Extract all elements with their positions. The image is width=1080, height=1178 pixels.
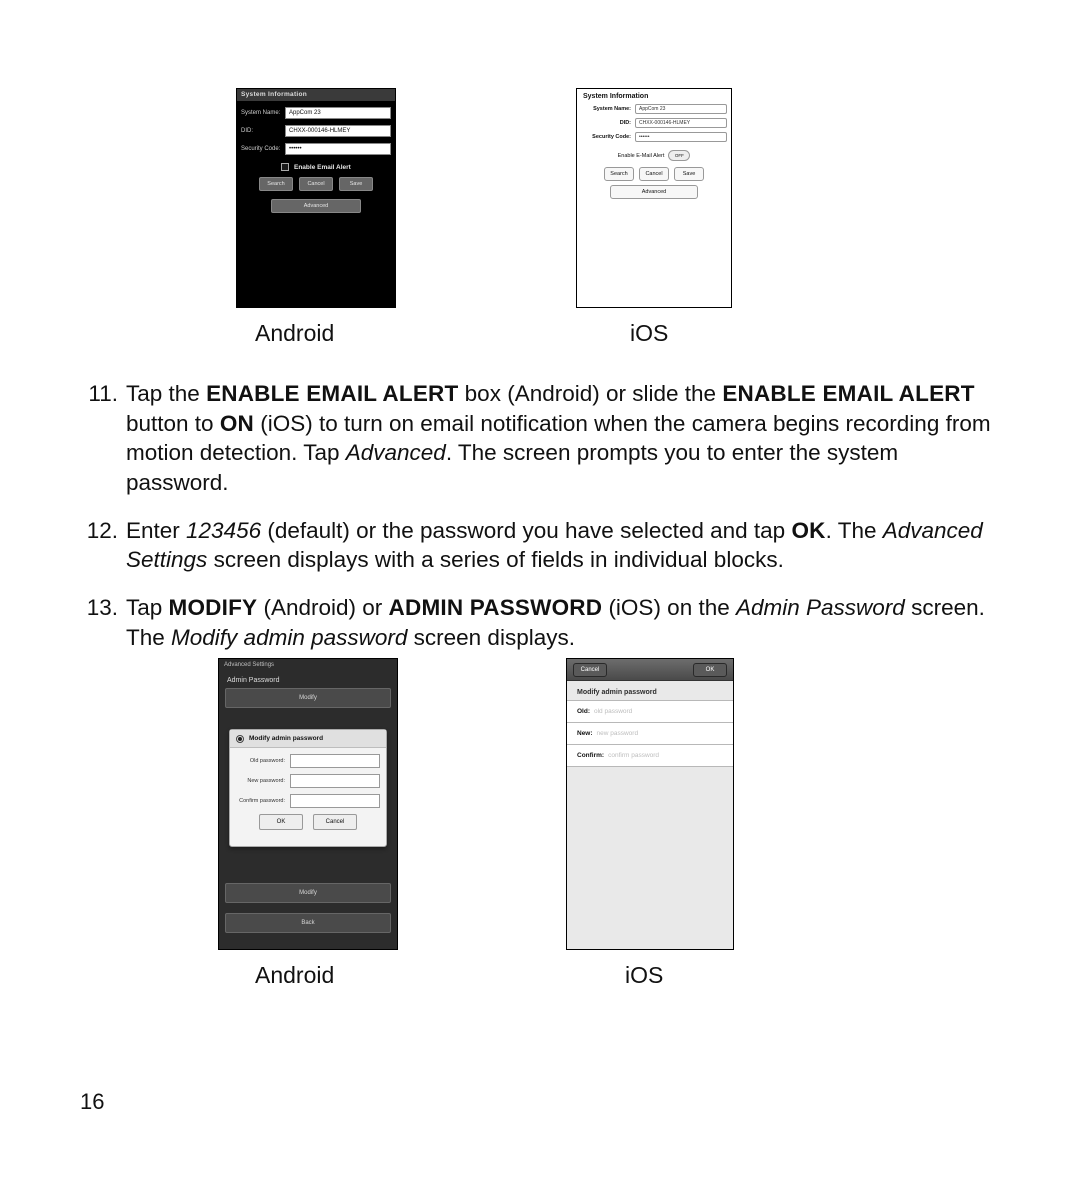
italic-modify-admin-password: Modify admin password bbox=[171, 625, 407, 650]
ios-navbar: Cancel OK bbox=[567, 659, 733, 681]
android-dialog-title: Modify admin password bbox=[249, 735, 323, 742]
ios-enable-email-toggle[interactable]: OFF bbox=[668, 150, 690, 161]
strong-enable-email-alert-2: ENABLE EMAIL ALERT bbox=[722, 381, 974, 406]
android-modify-button[interactable]: Modify bbox=[225, 688, 391, 708]
android-old-password-label: Old password: bbox=[236, 758, 290, 764]
list-body: Enter 123456 (default) or the password y… bbox=[126, 516, 998, 575]
ios-sys-name-field[interactable]: AppCom 23 bbox=[635, 104, 727, 114]
android-back-button[interactable]: Back bbox=[225, 913, 391, 933]
android-pw-screen-title: Advanced Settings bbox=[219, 659, 397, 671]
ios-old-password-placeholder: old password bbox=[594, 708, 632, 715]
android-enable-email-label: Enable Email Alert bbox=[294, 164, 351, 171]
ios-search-button[interactable]: Search bbox=[604, 167, 634, 181]
android-modify-button-2[interactable]: Modify bbox=[225, 883, 391, 903]
android-sys-name-field[interactable]: AppCom 23 bbox=[285, 107, 391, 119]
strong-admin-password: ADMIN PASSWORD bbox=[389, 595, 603, 620]
ios-sys-name-label: System Name: bbox=[581, 106, 635, 112]
instruction-list: 11. Tap the ENABLE EMAIL ALERT box (Andr… bbox=[80, 361, 998, 653]
caption-ios-1: iOS bbox=[630, 320, 668, 347]
ios-pw-heading: Modify admin password bbox=[567, 681, 733, 700]
ios-confirm-password-row[interactable]: Confirm: confirm password bbox=[567, 745, 733, 767]
ios-new-password-placeholder: new password bbox=[597, 730, 639, 737]
android-confirm-password-field[interactable] bbox=[290, 794, 380, 808]
ios-pw-list: Old: old password New: new password Conf… bbox=[567, 700, 733, 767]
ios-sys-did-field[interactable]: CHXX-000146-HLMEY bbox=[635, 118, 727, 128]
caption-android-1: Android bbox=[255, 320, 334, 347]
list-item-12: 12. Enter 123456 (default) or the passwo… bbox=[80, 516, 998, 575]
android-search-button[interactable]: Search bbox=[259, 177, 293, 191]
ios-new-password-label: New: bbox=[577, 730, 593, 737]
android-sys-name-label: System Name: bbox=[241, 110, 285, 116]
android-new-password-field[interactable] bbox=[290, 774, 380, 788]
android-sys-title: System Information bbox=[241, 91, 307, 98]
ios-ok-button[interactable]: OK bbox=[693, 663, 727, 677]
android-modify-password-screenshot: Advanced Settings Admin Password Modify … bbox=[218, 658, 398, 950]
list-body: Tap the ENABLE EMAIL ALERT box (Android)… bbox=[126, 379, 998, 498]
android-sys-sec-label: Security Code: bbox=[241, 146, 285, 152]
list-number: 11. bbox=[80, 379, 126, 498]
android-modify-password-dialog: Modify admin password Old password: New … bbox=[229, 729, 387, 847]
android-confirm-password-label: Confirm password: bbox=[236, 798, 290, 804]
android-enable-email-checkbox[interactable] bbox=[281, 163, 289, 171]
italic-admin-password-screen: Admin Password bbox=[736, 595, 905, 620]
italic-advanced: Advanced bbox=[346, 440, 446, 465]
ios-enable-email-label: Enable E-Mail Alert bbox=[618, 153, 665, 159]
android-sys-did-field[interactable]: CHXX-000146-HLMEY bbox=[285, 125, 391, 137]
ios-cancel-button[interactable]: Cancel bbox=[573, 663, 607, 677]
android-system-info-screenshot: System Information System Name: AppCom 2… bbox=[236, 88, 396, 308]
android-pw-section-label: Admin Password bbox=[225, 677, 391, 688]
ios-advanced-button[interactable]: Advanced bbox=[610, 185, 698, 199]
strong-ok: OK bbox=[791, 518, 825, 543]
android-new-password-label: New password: bbox=[236, 778, 290, 784]
ios-sys-did-label: DID: bbox=[581, 120, 635, 126]
ios-old-password-row[interactable]: Old: old password bbox=[567, 701, 733, 723]
android-old-password-field[interactable] bbox=[290, 754, 380, 768]
ios-sys-sec-field[interactable]: •••••• bbox=[635, 132, 727, 142]
strong-enable-email-alert: ENABLE EMAIL ALERT bbox=[206, 381, 458, 406]
android-advanced-button[interactable]: Advanced bbox=[271, 199, 361, 213]
android-sys-did-label: DID: bbox=[241, 128, 285, 134]
android-sys-sec-field[interactable]: •••••• bbox=[285, 143, 391, 155]
list-item-13: 13. Tap MODIFY (Android) or ADMIN PASSWO… bbox=[80, 593, 998, 652]
radio-icon bbox=[236, 735, 244, 743]
strong-modify: MODIFY bbox=[169, 595, 258, 620]
android-cancel-button[interactable]: Cancel bbox=[299, 177, 333, 191]
list-number: 12. bbox=[80, 516, 126, 575]
ios-old-password-label: Old: bbox=[577, 708, 590, 715]
android-dialog-ok-button[interactable]: OK bbox=[259, 814, 303, 830]
ios-modify-password-screenshot: Cancel OK Modify admin password Old: old… bbox=[566, 658, 734, 950]
android-save-button[interactable]: Save bbox=[339, 177, 373, 191]
ios-confirm-password-placeholder: confirm password bbox=[608, 752, 659, 759]
ios-cancel-button[interactable]: Cancel bbox=[639, 167, 669, 181]
caption-ios-2: iOS bbox=[625, 962, 663, 989]
ios-system-info-screenshot: System Information System Name:AppCom 23… bbox=[576, 88, 732, 308]
page-number: 16 bbox=[80, 1089, 104, 1115]
list-item-11: 11. Tap the ENABLE EMAIL ALERT box (Andr… bbox=[80, 379, 998, 498]
strong-on: ON bbox=[220, 411, 254, 436]
ios-sys-title: System Information bbox=[577, 89, 731, 102]
italic-default-password: 123456 bbox=[186, 518, 261, 543]
page: { "captions": { "android": "Android", "i… bbox=[0, 0, 1080, 1178]
list-body: Tap MODIFY (Android) or ADMIN PASSWORD (… bbox=[126, 593, 998, 652]
ios-save-button[interactable]: Save bbox=[674, 167, 704, 181]
ios-sys-sec-label: Security Code: bbox=[581, 134, 635, 140]
android-dialog-cancel-button[interactable]: Cancel bbox=[313, 814, 357, 830]
ios-new-password-row[interactable]: New: new password bbox=[567, 723, 733, 745]
list-number: 13. bbox=[80, 593, 126, 652]
ios-confirm-password-label: Confirm: bbox=[577, 752, 604, 759]
caption-android-2: Android bbox=[255, 962, 334, 989]
